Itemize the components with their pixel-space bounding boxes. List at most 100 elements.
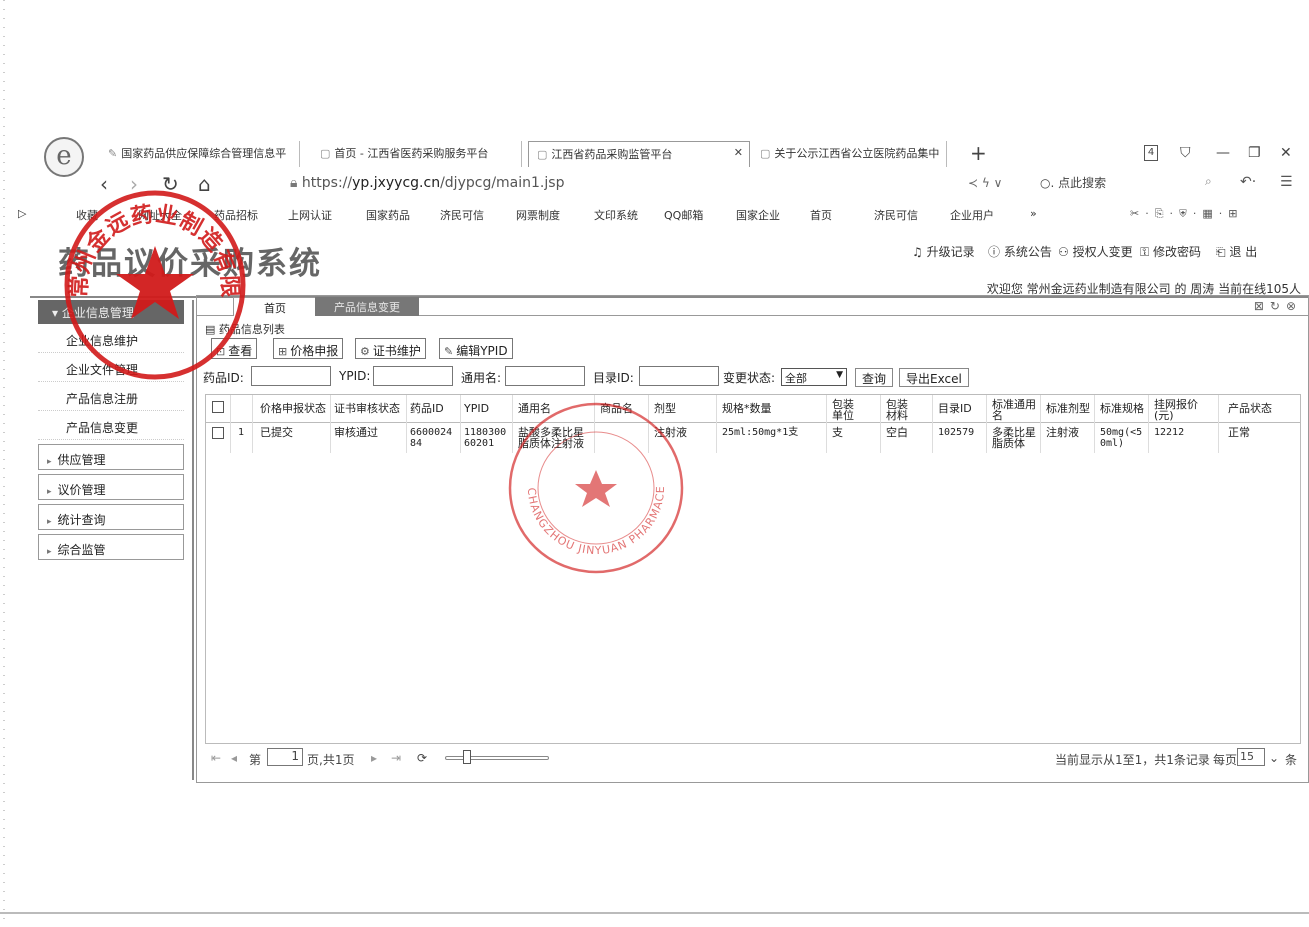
col-price[interactable]: 挂网报价(元) <box>1154 399 1206 421</box>
upgrade-log-link[interactable]: ♫ 升级记录 <box>912 243 975 260</box>
undo-icon[interactable]: ↶· <box>1240 174 1256 190</box>
tab-home[interactable]: 首页 <box>233 297 317 316</box>
url-field[interactable]: 🔒︎ https://yp.jxyycg.cn/djypcg/main1.jsp <box>290 175 564 191</box>
bookmark-item[interactable]: 上网认证 <box>288 207 332 223</box>
col-ypid[interactable]: YPID <box>464 403 489 414</box>
generic-name-input[interactable] <box>505 366 585 386</box>
search-icon[interactable]: ⌕ <box>1205 174 1212 189</box>
ypid-input[interactable] <box>373 366 453 386</box>
bookmark-item[interactable]: 文印系统 <box>594 207 638 223</box>
col-catalog-id[interactable]: 目录ID <box>938 403 972 414</box>
table-row[interactable]: 1 已提交 审核通过 660002484 118030060201 盐酸多柔比星… <box>206 423 1300 453</box>
scan-edge-marks <box>3 0 5 927</box>
sidebar-splitter[interactable] <box>192 300 194 780</box>
bookmark-more[interactable]: » <box>1030 207 1037 220</box>
bookmark-item[interactable]: QQ邮箱 <box>664 207 703 223</box>
certificate-button[interactable]: ⚙ 证书维护 <box>355 338 426 359</box>
maximize-icon[interactable]: ⊠ <box>1254 299 1270 313</box>
edit-ypid-button[interactable]: ✎ 编辑YPID <box>439 338 513 359</box>
col-dosage-form[interactable]: 剂型 <box>654 403 676 414</box>
next-page-icon[interactable]: ▸ <box>371 751 377 765</box>
reload-page-icon[interactable]: ⟳ <box>417 751 427 765</box>
sidebar-group-supply[interactable]: ▸ 供应管理 <box>38 444 184 470</box>
sidebar-item-product-register[interactable]: 产品信息注册 <box>38 382 184 411</box>
sidebar-item-company-files[interactable]: 企业文件管理 <box>38 353 184 382</box>
bookmark-item[interactable]: 网址大全 <box>138 207 182 223</box>
export-excel-button[interactable]: 导出Excel <box>899 368 969 387</box>
col-generic-name[interactable]: 通用名 <box>518 403 551 414</box>
sidebar-item-company-info[interactable]: 企业信息维护 <box>38 324 184 353</box>
browser-tab-1[interactable]: ✎ 国家药品供应保障综合管理信息平 <box>100 141 300 167</box>
shirt-skin-icon[interactable]: ⛉ <box>1180 145 1191 161</box>
share-icon[interactable]: ≺ ϟ ∨ <box>968 176 1002 190</box>
change-password-link[interactable]: ⚿ 修改密码 <box>1140 243 1201 260</box>
sidebar-group-negotiation[interactable]: ▸ 议价管理 <box>38 474 184 500</box>
close-window-icon[interactable]: ✕ <box>1280 145 1292 161</box>
bookmark-item[interactable]: 济民可信 <box>874 207 918 223</box>
col-std-generic[interactable]: 标准通用名 <box>992 399 1044 421</box>
row-checkbox[interactable] <box>212 427 224 439</box>
bookmark-item[interactable]: 济民可信 <box>440 207 484 223</box>
view-button[interactable]: ⊡ 查看 <box>211 338 258 359</box>
close-panel-icon[interactable]: ⊗ <box>1286 299 1302 313</box>
col-pack-unit[interactable]: 包装单位 <box>832 399 860 421</box>
col-trade-name[interactable]: 商品名 <box>600 403 633 414</box>
last-page-icon[interactable]: ⇥ <box>391 751 401 765</box>
sidebar-toggle-icon[interactable]: ▷ <box>18 207 26 220</box>
bookmark-item[interactable]: 首页 <box>810 207 832 223</box>
sidebar-group-statistics[interactable]: ▸ 统计查询 <box>38 504 184 530</box>
col-spec[interactable]: 规格*数量 <box>722 403 772 414</box>
page-size-select[interactable]: 15 <box>1237 748 1265 766</box>
page-number-input[interactable]: 1 <box>267 748 303 766</box>
col-std-spec[interactable]: 标准规格 <box>1100 403 1144 414</box>
panel-title: ▤ 药品信息列表 <box>205 323 285 336</box>
home-icon[interactable]: ⌂ <box>198 172 211 196</box>
select-all-checkbox[interactable] <box>212 401 224 413</box>
bookmark-item[interactable]: 网票制度 <box>516 207 560 223</box>
browser-tab-3-active[interactable]: ▢ 江西省药品采购监管平台 ✕ <box>528 141 750 167</box>
prev-page-icon[interactable]: ◂ <box>231 751 237 765</box>
bookmark-item[interactable]: 药品招标 <box>214 207 258 223</box>
first-page-icon[interactable]: ⇤ <box>211 751 221 765</box>
panel-controls: ⊠↻⊗ <box>1254 299 1302 313</box>
catalog-id-input[interactable] <box>639 366 719 386</box>
sidebar-item-product-change[interactable]: 产品信息变更 <box>38 411 184 440</box>
query-button[interactable]: 查询 <box>855 368 894 387</box>
browser-tab-2[interactable]: ▢ 首页 - 江西省医药采购服务平台 <box>312 141 522 167</box>
menu-icon[interactable]: ☰ <box>1280 174 1293 190</box>
back-icon[interactable]: ‹ <box>100 172 108 196</box>
zoom-slider-handle[interactable] <box>463 750 471 764</box>
sidebar-section-header[interactable]: ▾ 企业信息管理 <box>38 300 184 324</box>
bookmark-item[interactable]: 国家药品 <box>366 207 410 223</box>
new-tab-button[interactable]: + <box>970 141 987 165</box>
col-drug-id[interactable]: 药品ID <box>410 403 444 414</box>
refresh-icon[interactable]: ↻ <box>1270 299 1286 313</box>
col-price-status[interactable]: 价格申报状态 <box>260 403 326 414</box>
tab-product-change[interactable]: 产品信息变更 <box>315 297 419 316</box>
col-pack-material[interactable]: 包装材料 <box>886 399 914 421</box>
chevron-down-icon[interactable]: ⌄ <box>1269 751 1279 765</box>
reload-icon[interactable]: ↻ <box>162 172 179 196</box>
browser-tab-4[interactable]: ▢ 关于公示江西省公立医院药品集中 <box>752 141 947 167</box>
logout-link[interactable]: ⎗ 退 出 <box>1216 243 1257 260</box>
col-product-status[interactable]: 产品状态 <box>1228 403 1272 414</box>
announcement-link[interactable]: ⓘ 系统公告 <box>988 243 1052 260</box>
sidebar-group-supervision[interactable]: ▸ 综合监管 <box>38 534 184 560</box>
bookmark-item[interactable]: 收藏 <box>76 207 98 223</box>
search-box[interactable]: ○. 点此搜索 ⌕ <box>1040 174 1230 196</box>
extension-icons[interactable]: ✂·⎘·⛨·▦·⊞ <box>1130 207 1244 221</box>
zoom-slider[interactable] <box>445 756 549 760</box>
forward-icon[interactable]: › <box>130 172 138 196</box>
col-cert-status[interactable]: 证书审核状态 <box>334 403 400 414</box>
change-status-select[interactable]: 全部 ▼ <box>781 368 847 386</box>
bookmark-item[interactable]: 企业用户 <box>950 207 994 223</box>
restore-icon[interactable]: ❐ <box>1248 145 1261 161</box>
minimize-icon[interactable]: — <box>1216 145 1230 161</box>
col-std-form[interactable]: 标准剂型 <box>1046 403 1090 414</box>
bookmark-item[interactable]: 国家企业 <box>736 207 780 223</box>
tab-count-badge[interactable]: 4 <box>1144 145 1158 161</box>
price-declare-button[interactable]: ⊞ 价格申报 <box>273 338 344 359</box>
close-tab-icon[interactable]: ✕ <box>734 146 743 159</box>
drug-id-input[interactable] <box>251 366 331 386</box>
authorizer-change-link[interactable]: ⚇ 授权人变更 <box>1058 243 1133 260</box>
